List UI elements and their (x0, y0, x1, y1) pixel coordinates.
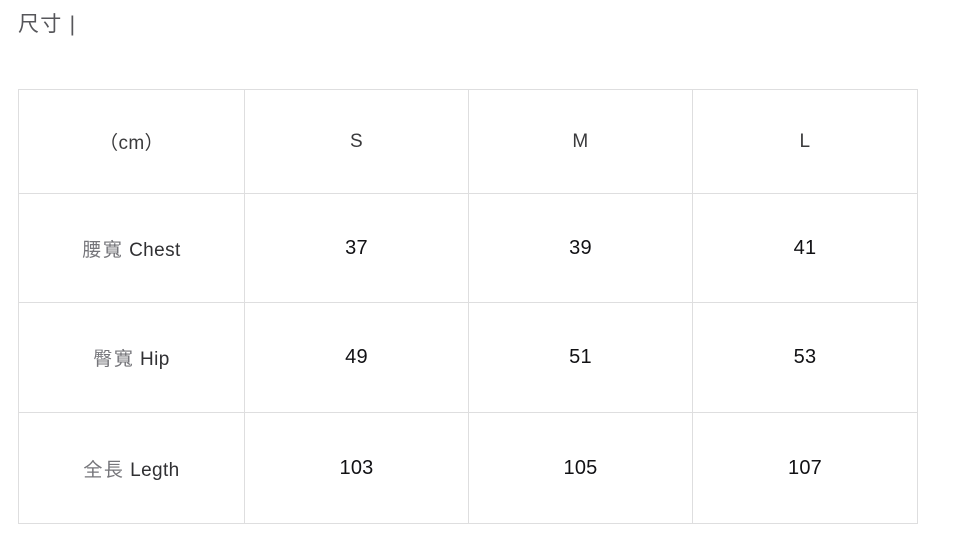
cell-hip-l: 53 (692, 302, 918, 413)
cell-hip-m: 51 (468, 302, 693, 413)
cell-hip-s: 49 (244, 302, 469, 413)
cell-chest-l: 41 (692, 193, 918, 303)
row-label-length-latin: Legth (130, 459, 180, 481)
table-row: 全長 Legth 103 105 107 (18, 412, 918, 524)
column-header-unit: （cm） (18, 89, 245, 194)
row-label-chest-latin: Chest (129, 239, 181, 261)
row-label-chest-cjk: 腰寬 (82, 239, 124, 261)
column-header-s: S (244, 89, 469, 194)
size-table-header: （cm） S M L (18, 89, 918, 194)
page-title: 尺寸 | (18, 13, 77, 36)
size-table-body: 腰寬 Chest 37 39 41 臀寬 Hip 49 51 53 全長 Leg… (18, 193, 918, 524)
row-label-hip-latin: Hip (140, 349, 170, 370)
table-header-row: （cm） S M L (18, 89, 918, 194)
cell-length-m: 105 (468, 412, 693, 524)
size-table-container: （cm） S M L 腰寬 Chest 37 39 41 臀寬 Hip 49 5… (18, 89, 918, 524)
row-label-hip: 臀寬 Hip (18, 302, 245, 413)
row-label-chest: 腰寬 Chest (18, 193, 245, 303)
cell-length-s: 103 (244, 412, 469, 524)
size-table: （cm） S M L 腰寬 Chest 37 39 41 臀寬 Hip 49 5… (18, 89, 918, 524)
cell-chest-m: 39 (468, 193, 693, 303)
column-header-l: L (692, 89, 918, 194)
cell-length-l: 107 (692, 412, 918, 524)
table-row: 腰寬 Chest 37 39 41 (18, 193, 918, 303)
cell-chest-s: 37 (244, 193, 469, 303)
row-label-length: 全長 Legth (18, 412, 245, 524)
column-header-m: M (468, 89, 693, 194)
row-label-hip-cjk: 臀寬 (93, 349, 135, 370)
table-row: 臀寬 Hip 49 51 53 (18, 302, 918, 413)
row-label-length-cjk: 全長 (83, 459, 125, 481)
size-chart-page: 尺寸 | （cm） S M L 腰寬 Chest 37 39 41 臀寬 Hip… (0, 0, 960, 560)
